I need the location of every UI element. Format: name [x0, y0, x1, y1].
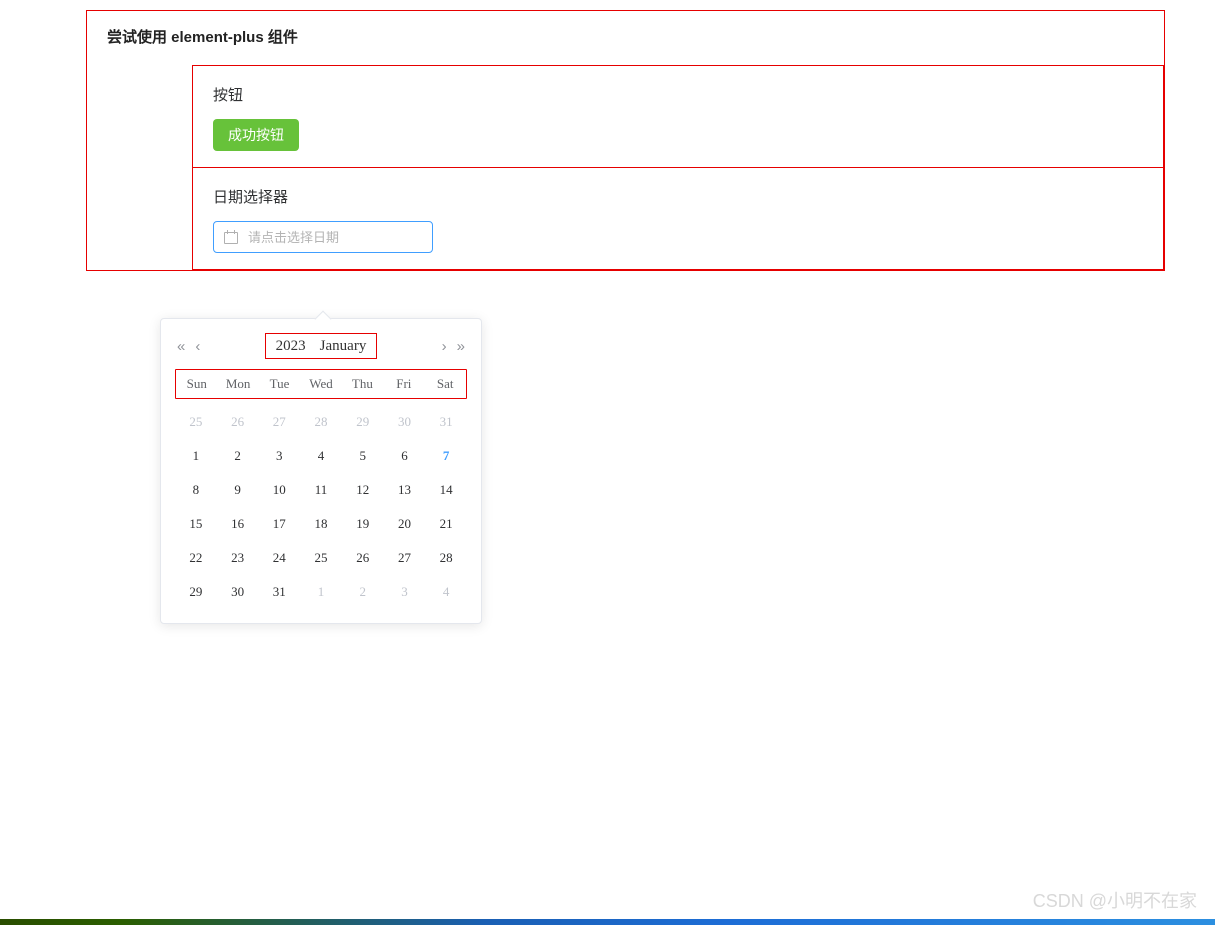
days-grid: 2526272829303112345678910111213141516171… — [175, 405, 467, 609]
weekday-label: Mon — [217, 370, 258, 398]
weekdays-row: Sun Mon Tue Wed Thu Fri Sat — [175, 369, 467, 399]
calendar-month[interactable]: January — [320, 334, 367, 358]
week-row: 25262728293031 — [175, 405, 467, 439]
day-cell[interactable]: 21 — [425, 507, 467, 541]
day-cell[interactable]: 28 — [300, 405, 342, 439]
week-row: 2930311234 — [175, 575, 467, 609]
day-cell[interactable]: 18 — [300, 507, 342, 541]
datepicker-section-title: 日期选择器 — [213, 186, 1143, 207]
day-cell[interactable]: 25 — [300, 541, 342, 575]
day-cell[interactable]: 26 — [217, 405, 259, 439]
week-row: 22232425262728 — [175, 541, 467, 575]
day-cell[interactable]: 9 — [217, 473, 259, 507]
day-cell[interactable]: 10 — [258, 473, 300, 507]
date-input-wrapper[interactable] — [213, 221, 433, 253]
day-cell[interactable]: 7 — [425, 439, 467, 473]
weekday-label: Tue — [259, 370, 300, 398]
day-cell[interactable]: 16 — [217, 507, 259, 541]
day-cell[interactable]: 12 — [342, 473, 384, 507]
day-cell[interactable]: 24 — [258, 541, 300, 575]
button-section: 按钮 成功按钮 — [192, 65, 1164, 168]
date-input[interactable] — [246, 229, 426, 246]
day-cell[interactable]: 26 — [342, 541, 384, 575]
day-cell[interactable]: 1 — [300, 575, 342, 609]
weekday-label: Sat — [425, 370, 466, 398]
prev-year-button[interactable]: « — [177, 338, 185, 355]
taskbar-strip — [0, 919, 1215, 925]
day-cell[interactable]: 17 — [258, 507, 300, 541]
calendar-body: Sun Mon Tue Wed Thu Fri Sat 252627282930… — [161, 369, 481, 623]
datepicker-section: 日期选择器 — [192, 168, 1164, 270]
day-cell[interactable]: 13 — [384, 473, 426, 507]
day-cell[interactable]: 25 — [175, 405, 217, 439]
weekday-label: Sun — [176, 370, 217, 398]
day-cell[interactable]: 5 — [342, 439, 384, 473]
day-cell[interactable]: 29 — [175, 575, 217, 609]
day-cell[interactable]: 30 — [384, 405, 426, 439]
day-cell[interactable]: 28 — [425, 541, 467, 575]
day-cell[interactable]: 8 — [175, 473, 217, 507]
day-cell[interactable]: 29 — [342, 405, 384, 439]
calendar-header: « ‹ 2023 January › » — [161, 319, 481, 369]
week-row: 1234567 — [175, 439, 467, 473]
demo-container: 尝试使用 element-plus 组件 按钮 成功按钮 日期选择器 — [86, 10, 1165, 271]
day-cell[interactable]: 27 — [258, 405, 300, 439]
day-cell[interactable]: 6 — [384, 439, 426, 473]
day-cell[interactable]: 3 — [384, 575, 426, 609]
day-cell[interactable]: 2 — [342, 575, 384, 609]
day-cell[interactable]: 3 — [258, 439, 300, 473]
prev-month-button[interactable]: ‹ — [195, 338, 200, 355]
weekday-label: Fri — [383, 370, 424, 398]
next-month-button[interactable]: › — [442, 338, 447, 355]
week-row: 15161718192021 — [175, 507, 467, 541]
weekday-label: Thu — [342, 370, 383, 398]
watermark-text: CSDN @小明不在家 — [1033, 887, 1197, 913]
week-row: 891011121314 — [175, 473, 467, 507]
day-cell[interactable]: 14 — [425, 473, 467, 507]
day-cell[interactable]: 20 — [384, 507, 426, 541]
page-title: 尝试使用 element-plus 组件 — [107, 26, 1164, 47]
day-cell[interactable]: 4 — [425, 575, 467, 609]
success-button[interactable]: 成功按钮 — [213, 119, 299, 151]
day-cell[interactable]: 31 — [425, 405, 467, 439]
weekday-label: Wed — [300, 370, 341, 398]
day-cell[interactable]: 23 — [217, 541, 259, 575]
day-cell[interactable]: 22 — [175, 541, 217, 575]
calendar-year[interactable]: 2023 — [276, 334, 306, 358]
day-cell[interactable]: 4 — [300, 439, 342, 473]
day-cell[interactable]: 15 — [175, 507, 217, 541]
day-cell[interactable]: 2 — [217, 439, 259, 473]
calendar-icon — [224, 230, 238, 244]
year-month-label: 2023 January — [265, 333, 378, 359]
day-cell[interactable]: 11 — [300, 473, 342, 507]
calendar-panel: « ‹ 2023 January › » Sun Mon Tue Wed Thu… — [160, 318, 482, 624]
day-cell[interactable]: 30 — [217, 575, 259, 609]
button-section-title: 按钮 — [213, 84, 1143, 105]
day-cell[interactable]: 1 — [175, 439, 217, 473]
day-cell[interactable]: 19 — [342, 507, 384, 541]
day-cell[interactable]: 27 — [384, 541, 426, 575]
day-cell[interactable]: 31 — [258, 575, 300, 609]
next-year-button[interactable]: » — [457, 338, 465, 355]
